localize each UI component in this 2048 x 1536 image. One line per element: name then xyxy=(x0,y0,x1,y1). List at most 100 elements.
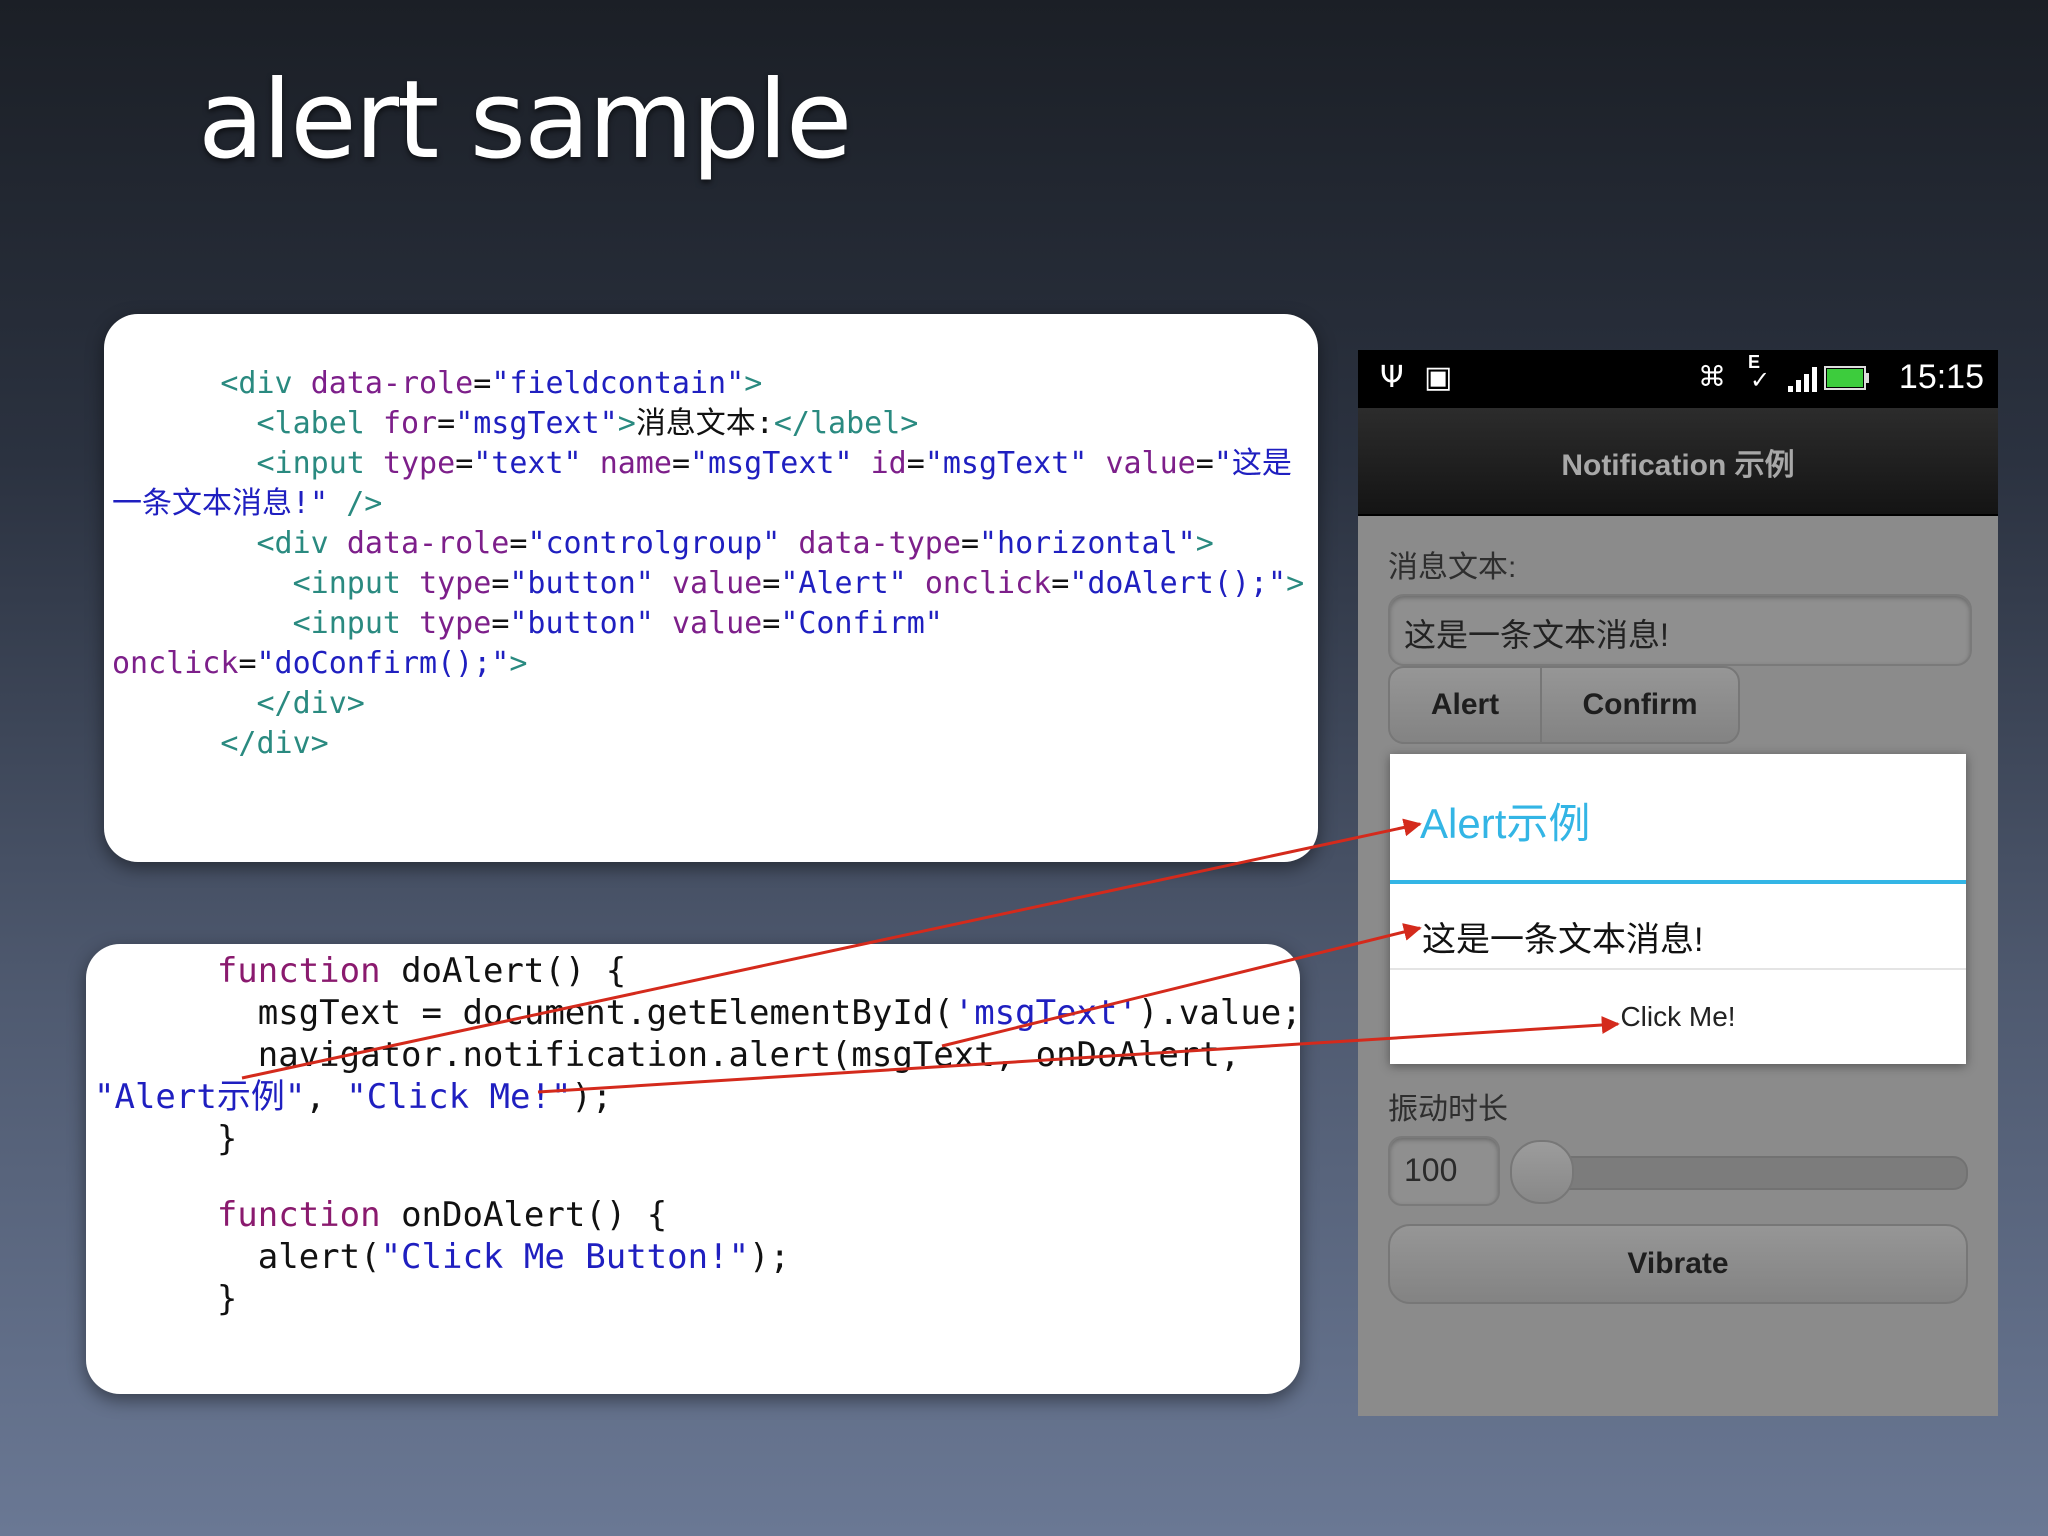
vibrate-duration-input[interactable]: 100 xyxy=(1388,1136,1500,1206)
js-code-card: function doAlert() { msgText = document.… xyxy=(86,944,1302,1394)
dialog-click-me-button[interactable]: Click Me! xyxy=(1390,970,1966,1064)
code-token: = xyxy=(509,526,528,561)
code-token: "doAlert();" xyxy=(1069,566,1287,601)
code-token: </div> xyxy=(220,726,329,761)
code-token: function xyxy=(216,951,381,991)
js-code-line: msgText = document.getElementById('msgTe… xyxy=(94,992,1302,1034)
code-token: type xyxy=(419,606,492,641)
code-token: id xyxy=(870,446,907,481)
code-token: = xyxy=(906,446,925,481)
js-code-line xyxy=(94,1160,1302,1194)
slide-title: alert sample xyxy=(198,58,852,183)
vibrate-slider-track[interactable] xyxy=(1528,1156,1968,1190)
code-token: ); xyxy=(571,1077,613,1117)
code-token: value xyxy=(1105,446,1196,481)
code-token: /> xyxy=(346,486,383,521)
code-token: "Alert" xyxy=(780,566,907,601)
vibrate-button[interactable]: Vibrate xyxy=(1388,1224,1968,1304)
code-token: "fieldcontain" xyxy=(491,366,745,401)
js-code-line: } xyxy=(94,1118,1302,1160)
code-token: = xyxy=(671,446,690,481)
code-token: "msgText" xyxy=(455,406,618,441)
code-token: > xyxy=(1195,526,1214,561)
code-token: 一条文本消息!" xyxy=(112,486,329,521)
code-token: = xyxy=(1051,566,1070,601)
code-token: "Click Me!" xyxy=(346,1077,572,1117)
code-token: } xyxy=(94,1279,238,1319)
wifi-icon: ⌘ xyxy=(1698,360,1726,393)
usb-icon: Ψ xyxy=(1380,360,1404,395)
dialog-title: Alert示例 xyxy=(1420,800,1591,847)
code-token: "msgText" xyxy=(690,446,853,481)
code-token: </label> xyxy=(773,406,919,441)
code-token: <label xyxy=(256,406,383,441)
code-token: = xyxy=(238,646,257,681)
code-token: = xyxy=(455,446,474,481)
code-token: onclick xyxy=(112,646,239,681)
msg-text-label: 消息文本: xyxy=(1388,551,1517,584)
html-code-line: <label for="msgText">消息文本:</label> xyxy=(112,404,1304,444)
code-token: 'msgText' xyxy=(953,993,1138,1033)
code-token: "Alert示例" xyxy=(94,1077,306,1117)
code-token: data-role xyxy=(310,366,474,401)
html-code-line: <div data-role="controlgroup" data-type=… xyxy=(112,524,1304,564)
code-token: "horizontal" xyxy=(979,526,1196,561)
code-token: alert( xyxy=(94,1237,381,1277)
msg-text-input[interactable]: 这是一条文本消息! xyxy=(1388,594,1972,666)
status-time: 15:15 xyxy=(1898,358,1984,396)
vibrate-slider-thumb[interactable] xyxy=(1510,1140,1574,1204)
code-token: "这是 xyxy=(1213,446,1292,481)
signal-icon xyxy=(1786,364,1822,402)
phone-screenshot: Ψ ▣ ⌘ E ✓ 15:15 Notification 示例 消息文本: 这是… xyxy=(1358,350,1998,1416)
js-code-line: navigator.notification.alert(msgText, on… xyxy=(94,1034,1302,1076)
js-code-line: alert("Click Me Button!"); xyxy=(94,1236,1302,1278)
code-token: <input xyxy=(256,446,383,481)
android-debug-icon: ▣ xyxy=(1424,360,1453,395)
msg-text-value: 这是一条文本消息! xyxy=(1404,617,1669,653)
code-token: <div xyxy=(256,526,347,561)
code-token: type xyxy=(419,566,492,601)
html-code-line: </div> xyxy=(112,724,1304,764)
battery-icon xyxy=(1824,364,1870,400)
code-token: = xyxy=(491,566,510,601)
alert-button[interactable]: Alert xyxy=(1388,666,1542,744)
code-token: ); xyxy=(749,1237,790,1277)
code-token: data-type xyxy=(798,526,961,561)
status-bar: Ψ ▣ ⌘ E ✓ 15:15 xyxy=(1358,350,1998,408)
code-token: , xyxy=(305,1077,347,1117)
app-title: Notification 示例 xyxy=(1561,449,1795,482)
code-token: } xyxy=(94,1119,238,1159)
code-token: "text" xyxy=(473,446,582,481)
html-code-line: onclick="doConfirm();"> xyxy=(112,644,1304,684)
js-code-line: function onDoAlert() { xyxy=(94,1194,1302,1236)
confirm-button[interactable]: Confirm xyxy=(1540,666,1740,744)
html-code-line: <input type="button" value="Confirm" xyxy=(112,604,1304,644)
code-token: name xyxy=(599,446,672,481)
html-code-line: <input type="button" value="Alert" oncli… xyxy=(112,564,1305,604)
code-token: "button" xyxy=(509,606,654,641)
code-token: type xyxy=(382,446,456,481)
code-token: 消息文本: xyxy=(635,406,774,441)
code-token: > xyxy=(617,406,636,441)
code-token: onDoAlert() { xyxy=(380,1195,668,1235)
code-token: "msgText" xyxy=(924,446,1088,481)
code-token: ).value; xyxy=(1137,993,1302,1033)
code-token: = xyxy=(491,606,510,641)
dialog-message: 这是一条文本消息! xyxy=(1422,921,1704,959)
html-code-line: </div> xyxy=(112,684,1304,724)
js-code-line: function doAlert() { xyxy=(94,950,1302,992)
sync-check-icon: ✓ xyxy=(1750,366,1771,394)
code-token: = xyxy=(437,406,456,441)
js-code-line: } xyxy=(94,1278,1302,1320)
app-title-bar: Notification 示例 xyxy=(1358,408,1998,516)
